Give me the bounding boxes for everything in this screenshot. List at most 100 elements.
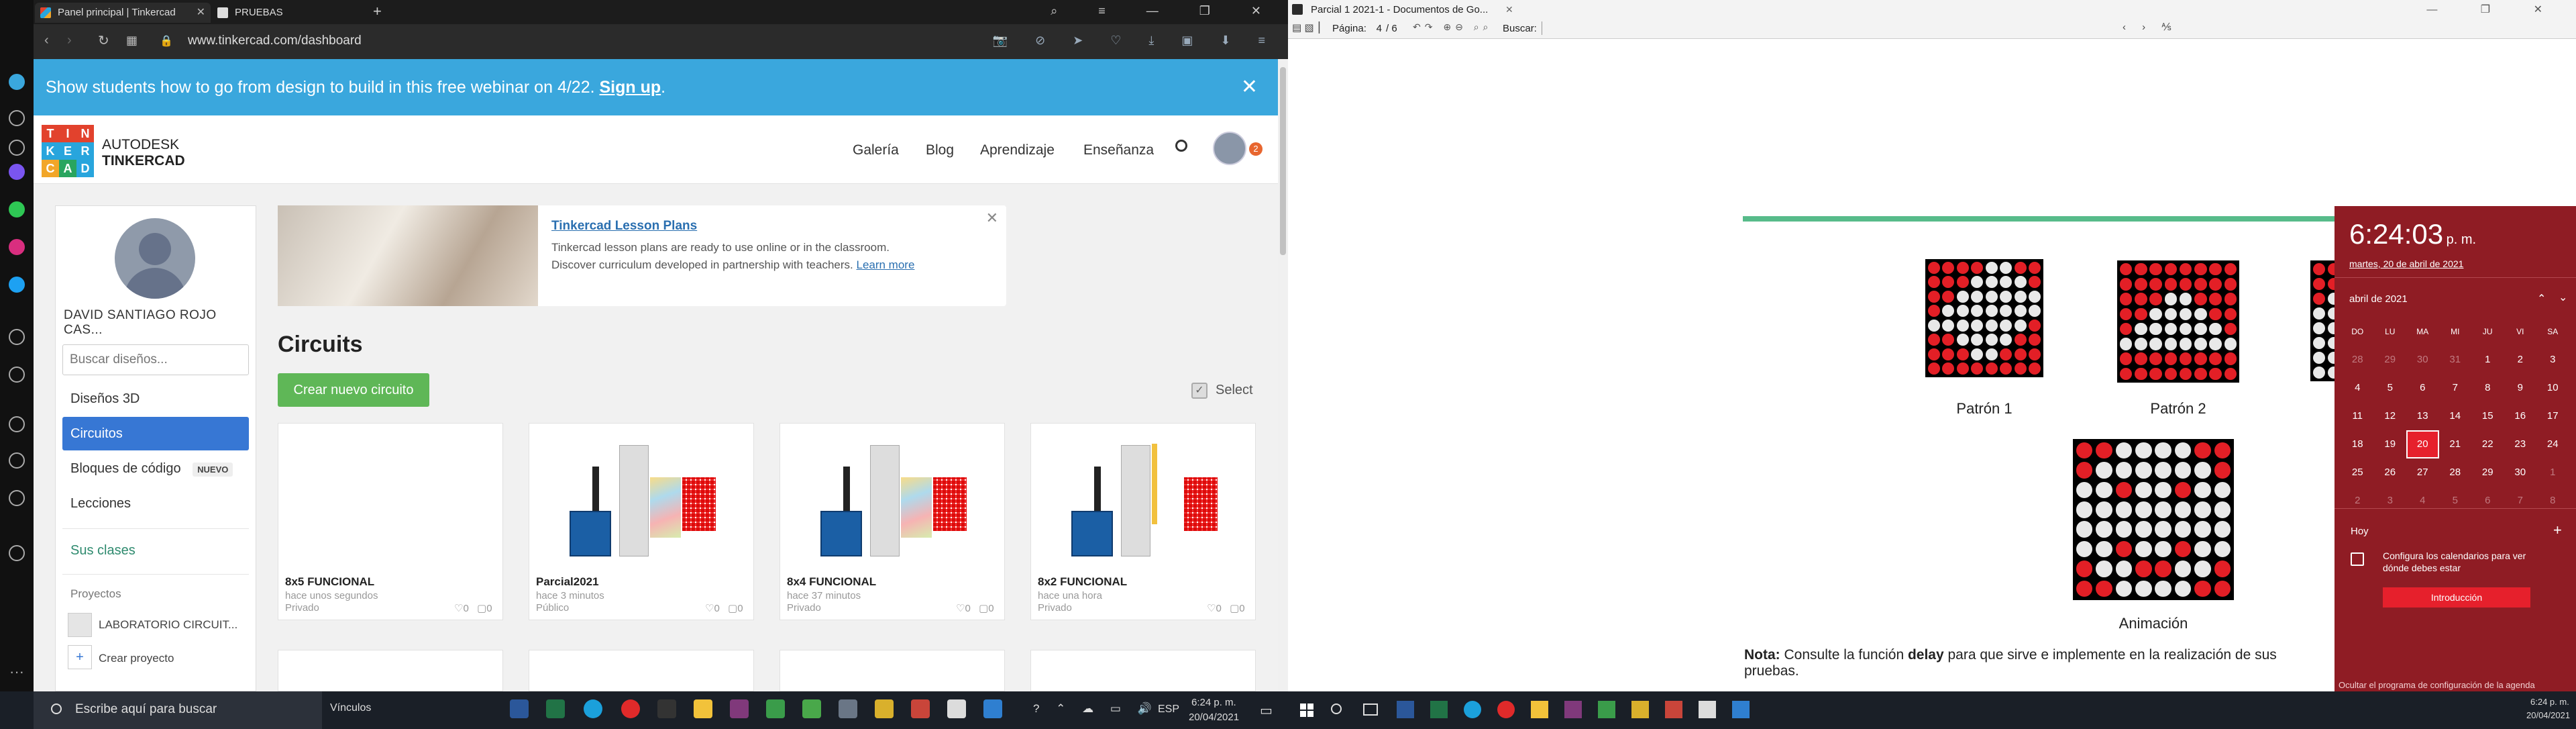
clock-icon[interactable] <box>9 452 25 469</box>
calendar-day[interactable]: 20 <box>2406 430 2439 458</box>
comment-count[interactable]: ▢0 <box>728 602 743 614</box>
calendar-day[interactable]: 23 <box>2504 430 2537 458</box>
comment-count[interactable]: ▢0 <box>1230 602 1245 614</box>
word-icon[interactable] <box>510 699 529 718</box>
calendar-day[interactable]: 10 <box>2536 374 2569 402</box>
star-icon[interactable] <box>9 140 25 156</box>
excel-icon[interactable] <box>546 699 565 718</box>
design-card[interactable] <box>278 650 503 691</box>
app-icon[interactable] <box>911 699 930 718</box>
month-label[interactable]: abril de 2021 <box>2349 293 2408 305</box>
menu-circuits[interactable]: Circuitos <box>62 417 249 450</box>
search-field[interactable] <box>1542 21 1776 35</box>
messenger-icon[interactable] <box>9 164 25 180</box>
clock-time[interactable]: 6:24 p. m. <box>2530 697 2569 707</box>
design-title[interactable]: 8x5 FUNCIONAL <box>285 575 374 589</box>
app-icon[interactable] <box>1732 701 1750 718</box>
calendar-day[interactable]: 5 <box>2374 374 2407 402</box>
new-tab-icon[interactable]: + <box>373 3 382 20</box>
design-title[interactable]: 8x4 FUNCIONAL <box>787 575 876 589</box>
lightbulb-icon[interactable] <box>9 545 25 561</box>
heart-icon[interactable] <box>9 416 25 432</box>
calendar-day[interactable]: 6 <box>2471 487 2504 515</box>
page-scrollbar[interactable] <box>1278 59 1288 691</box>
like-count[interactable]: ♡0 <box>956 602 971 614</box>
windows-icon[interactable] <box>1300 703 1313 717</box>
app-icon[interactable] <box>802 699 821 718</box>
like-count[interactable]: ♡0 <box>1207 602 1222 614</box>
links-toolbar[interactable]: Vínculos <box>330 702 371 714</box>
language-indicator[interactable]: ESP <box>1158 703 1179 716</box>
calendar-day[interactable]: 11 <box>2341 402 2374 430</box>
lesson-title-link[interactable]: Tinkercad Lesson Plans <box>551 219 697 234</box>
calendar-day[interactable]: 4 <box>2406 487 2439 515</box>
file-explorer-icon[interactable] <box>694 699 712 718</box>
tab-tinkercad[interactable]: Panel principal | Tinkercad ✕ <box>35 3 211 23</box>
calendar-day[interactable]: 2 <box>2504 346 2537 374</box>
comment-count[interactable]: ▢0 <box>477 602 492 614</box>
tinkercad-logo[interactable]: TINKERCAD <box>42 125 94 177</box>
tabs-grid-icon[interactable]: ▦ <box>126 34 138 48</box>
plus-icon[interactable]: + <box>68 645 92 669</box>
calendar-day[interactable]: 21 <box>2439 430 2472 458</box>
calendar-day[interactable]: 3 <box>2536 346 2569 374</box>
calendar-day[interactable]: 14 <box>2439 402 2472 430</box>
app-icon[interactable] <box>766 699 785 718</box>
calendar-day[interactable]: 8 <box>2471 374 2504 402</box>
instagram-icon[interactable] <box>9 239 25 255</box>
tab-pruebas[interactable]: PRUEBAS <box>212 3 366 23</box>
edge-icon[interactable] <box>584 699 602 718</box>
nav-blog[interactable]: Blog <box>926 142 954 158</box>
clock-time[interactable]: 6:24 p. m. <box>1191 697 1236 708</box>
prev-month-icon[interactable]: ⌃ <box>2537 292 2546 305</box>
app-icon[interactable] <box>657 699 676 718</box>
close-doc-icon[interactable]: ✕ <box>1505 4 1513 15</box>
app-icon[interactable] <box>839 699 857 718</box>
intro-button[interactable]: Introducción <box>2383 587 2530 608</box>
calendar-day[interactable]: 7 <box>2439 374 2472 402</box>
onenote-icon[interactable] <box>730 699 749 718</box>
edge-icon[interactable] <box>1464 701 1481 718</box>
whatsapp-icon[interactable] <box>9 201 25 217</box>
app-icon[interactable] <box>1699 701 1716 718</box>
calendar-day[interactable]: 18 <box>2341 430 2374 458</box>
workspace-icon[interactable] <box>9 74 25 90</box>
design-card[interactable] <box>1030 650 1256 691</box>
forward-icon[interactable]: › <box>67 33 72 48</box>
word-icon[interactable] <box>1397 701 1414 718</box>
page-input[interactable]: 4 <box>1362 23 1382 34</box>
app-icon[interactable] <box>1598 701 1615 718</box>
notification-badge[interactable]: 2 <box>1249 142 1263 156</box>
calendar-day[interactable]: 29 <box>2471 458 2504 487</box>
design-title[interactable]: Parcial2021 <box>536 575 599 589</box>
back-icon[interactable]: ‹ <box>44 33 49 48</box>
classes-link[interactable]: Sus clases <box>70 543 136 558</box>
learn-more-link[interactable]: Learn more <box>856 258 914 271</box>
taskbar-search[interactable]: Escribe aquí para buscar <box>34 691 322 729</box>
calendar-day[interactable]: 7 <box>2504 487 2537 515</box>
avatar[interactable] <box>1213 132 1246 165</box>
select-checkbox[interactable]: ✓ <box>1191 383 1208 399</box>
design-card[interactable] <box>780 650 1005 691</box>
close-lesson-icon[interactable]: ✕ <box>986 209 998 227</box>
calendar-day[interactable]: 31 <box>2439 346 2472 374</box>
search-designs-input[interactable] <box>62 344 249 375</box>
calendar-day[interactable]: 1 <box>2536 458 2569 487</box>
nav-ensenanza[interactable]: Enseñanza <box>1083 142 1154 158</box>
calendar-day[interactable]: 28 <box>2439 458 2472 487</box>
home-icon[interactable] <box>9 110 25 126</box>
history-icon[interactable] <box>9 329 25 345</box>
calendar-day[interactable]: 17 <box>2536 402 2569 430</box>
clock-date[interactable]: 20/04/2021 <box>1189 712 1239 723</box>
design-card[interactable] <box>529 650 754 691</box>
nav-aprendizaje[interactable]: Aprendizaje <box>980 142 1055 158</box>
calendar-day[interactable]: 30 <box>2406 346 2439 374</box>
calendar-day[interactable]: 26 <box>2374 458 2407 487</box>
calendar-day[interactable]: 30 <box>2504 458 2537 487</box>
calendar-day[interactable]: 15 <box>2471 402 2504 430</box>
calendar-day[interactable]: 5 <box>2439 487 2472 515</box>
nav-galeria[interactable]: Galería <box>853 142 899 158</box>
signup-link[interactable]: Sign up <box>600 78 661 97</box>
opera-icon[interactable] <box>1497 701 1515 718</box>
like-count[interactable]: ♡0 <box>705 602 720 614</box>
